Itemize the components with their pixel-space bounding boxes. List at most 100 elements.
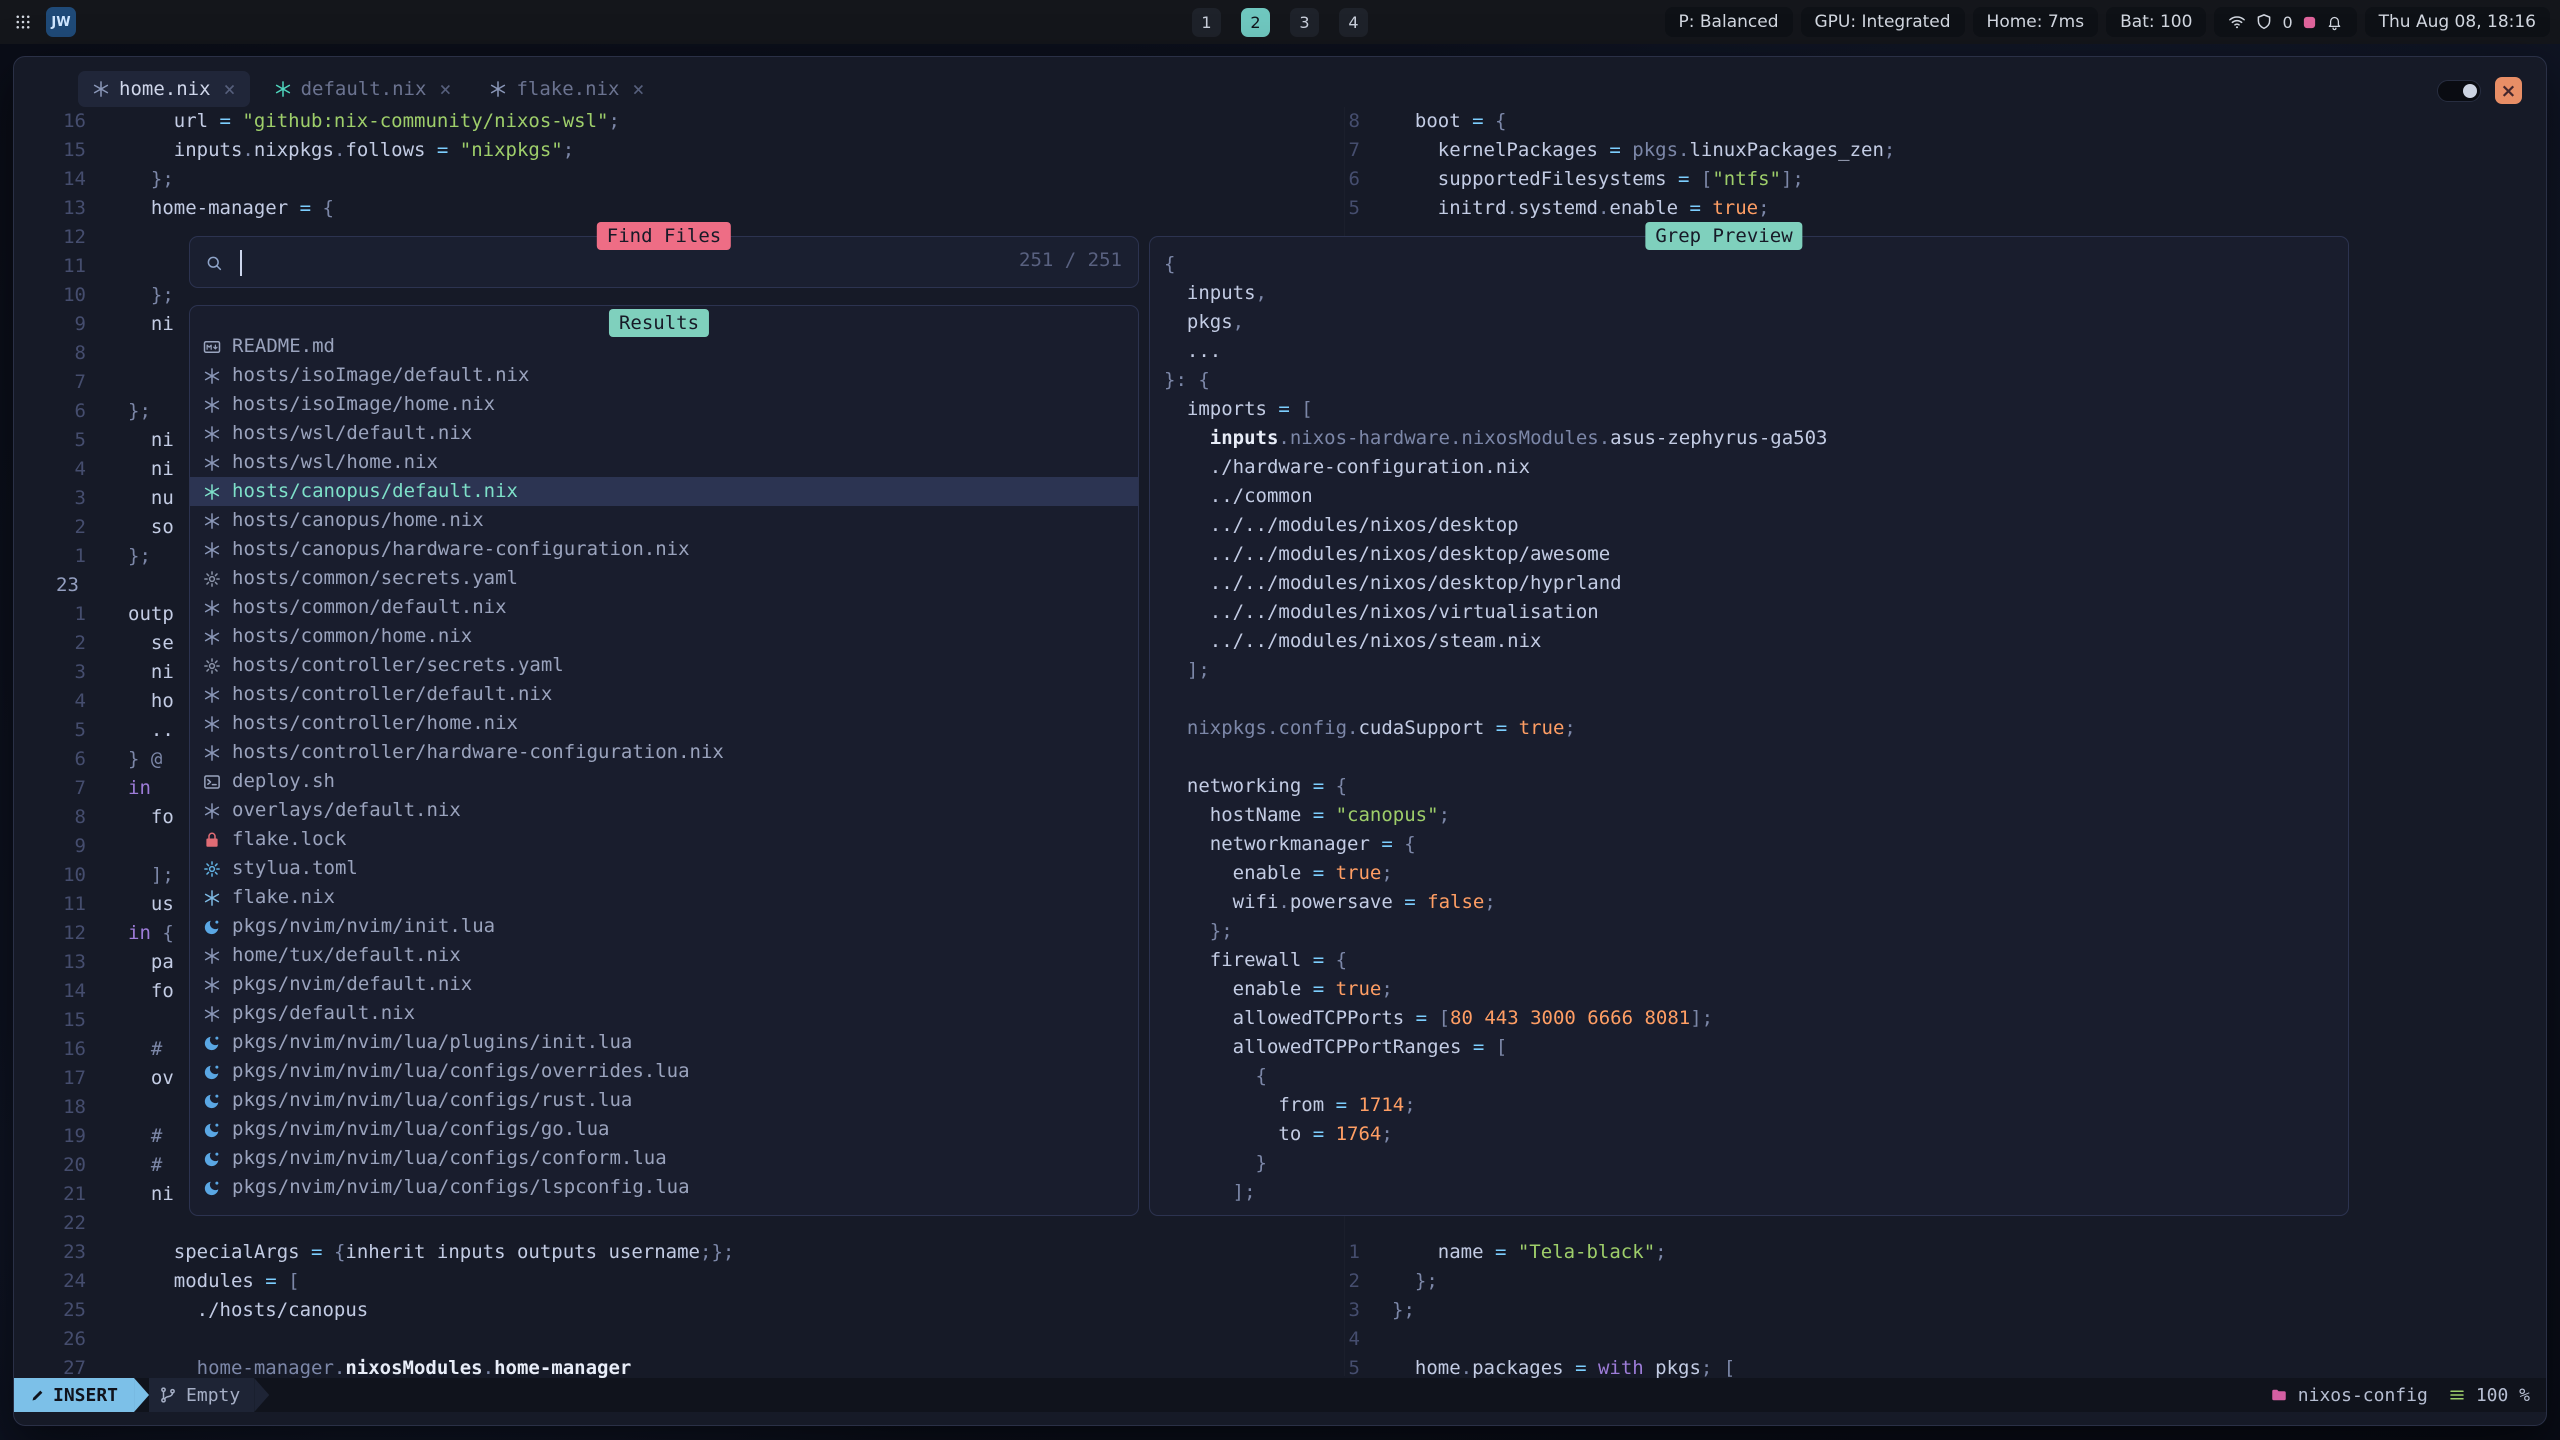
git-branch-icon [159, 1386, 177, 1404]
file-result[interactable]: hosts/canopus/home.nix [190, 506, 1138, 535]
workspace-2[interactable]: 2 [1241, 8, 1270, 37]
line-number: 7 [1306, 136, 1360, 165]
file-result[interactable]: hosts/controller/secrets.yaml [190, 651, 1138, 680]
code-line[interactable]: 3}; [14, 1296, 2546, 1325]
lua-icon [202, 1179, 222, 1197]
result-count: 251 / 251 [1019, 249, 1122, 271]
file-result[interactable]: pkgs/default.nix [190, 999, 1138, 1028]
line-number: 17 [34, 1064, 86, 1093]
preview-line: } [1164, 1149, 2342, 1178]
results-title: Results [609, 309, 709, 337]
preview-line: enable = true; [1164, 859, 2342, 888]
nix-icon [202, 715, 222, 733]
file-result[interactable]: hosts/isoImage/home.nix [190, 390, 1138, 419]
nix-icon [202, 802, 222, 820]
line-number: 2 [34, 629, 86, 658]
code-text: ho [128, 687, 174, 716]
workspace-1[interactable]: 1 [1192, 8, 1221, 37]
code-line[interactable]: 1 name = "Tela-black"; [14, 1238, 2546, 1267]
module-label: Bat: 100 [2120, 12, 2192, 32]
file-result[interactable]: pkgs/nvim/default.nix [190, 970, 1138, 999]
bell-icon[interactable] [2326, 14, 2343, 31]
file-result[interactable]: flake.nix [190, 883, 1138, 912]
file-name: flake.lock [232, 825, 346, 854]
preview-line: hostName = "canopus"; [1164, 801, 2342, 830]
file-result[interactable]: hosts/canopus/hardware-configuration.nix [190, 535, 1138, 564]
file-result[interactable]: pkgs/nvim/nvim/lua/configs/lspconfig.lua [190, 1173, 1138, 1202]
file-result[interactable]: hosts/wsl/default.nix [190, 419, 1138, 448]
code-text: us [128, 890, 174, 919]
code-line[interactable]: 4 [14, 1325, 2546, 1354]
line-number: 15 [34, 1006, 86, 1035]
file-result[interactable]: hosts/common/home.nix [190, 622, 1138, 651]
file-result[interactable]: hosts/canopus/default.nix [190, 477, 1138, 506]
module-ping[interactable]: Home: 7ms [1973, 7, 2099, 37]
line-number: 9 [34, 310, 86, 339]
file-name: hosts/common/default.nix [232, 593, 507, 622]
code-line[interactable]: 2 }; [14, 1267, 2546, 1296]
file-result[interactable]: stylua.toml [190, 854, 1138, 883]
preview-line: ../../modules/nixos/desktop/hyprland [1164, 569, 2342, 598]
topbar-right: P: Balanced GPU: Integrated Home: 7ms Bat: … [1665, 7, 2550, 37]
app-logo[interactable]: JW [46, 7, 76, 37]
line-number: 18 [34, 1093, 86, 1122]
line-number: 9 [34, 832, 86, 861]
record-icon[interactable] [2302, 15, 2317, 30]
file-result[interactable]: deploy.sh [190, 767, 1138, 796]
nix-icon [202, 686, 222, 704]
code-text: so [128, 513, 174, 542]
file-result[interactable]: pkgs/nvim/nvim/lua/configs/go.lua [190, 1115, 1138, 1144]
file-result[interactable]: pkgs/nvim/nvim/init.lua [190, 912, 1138, 941]
file-name: pkgs/nvim/default.nix [232, 970, 472, 999]
code-text: } @ [128, 745, 162, 774]
code-text: boot = { [1392, 107, 1506, 136]
code-text: }; [128, 281, 174, 310]
clock-module[interactable]: Thu Aug 08, 18:16 [2365, 7, 2550, 37]
wifi-icon[interactable] [2228, 13, 2246, 31]
file-result[interactable]: overlays/default.nix [190, 796, 1138, 825]
file-result[interactable]: pkgs/nvim/nvim/lua/plugins/init.lua [190, 1028, 1138, 1057]
line-number: 5 [1306, 194, 1360, 223]
module-power-profile[interactable]: P: Balanced [1665, 7, 1793, 37]
apps-grid-icon[interactable] [14, 13, 32, 31]
file-name: pkgs/nvim/nvim/init.lua [232, 912, 495, 941]
file-name: pkgs/nvim/nvim/lua/configs/lspconfig.lua [232, 1173, 690, 1202]
code-line[interactable]: 6 supportedFilesystems = ["ntfs"]; [14, 165, 2546, 194]
preview-line: }: { [1164, 366, 2342, 395]
module-label: GPU: Integrated [1815, 12, 1951, 32]
file-name: deploy.sh [232, 767, 335, 796]
file-result[interactable]: hosts/common/secrets.yaml [190, 564, 1138, 593]
code-text: }; [128, 542, 151, 571]
workspace-3[interactable]: 3 [1290, 8, 1319, 37]
shield-icon[interactable] [2255, 13, 2273, 31]
file-result[interactable]: flake.lock [190, 825, 1138, 854]
file-result[interactable]: pkgs/nvim/nvim/lua/configs/conform.lua [190, 1144, 1138, 1173]
code-text: ]; [128, 861, 174, 890]
file-result[interactable]: pkgs/nvim/nvim/lua/configs/rust.lua [190, 1086, 1138, 1115]
code-line[interactable]: 8 boot = { [14, 107, 2546, 136]
file-result[interactable]: hosts/controller/hardware-configuration.… [190, 738, 1138, 767]
line-number: 7 [34, 774, 86, 803]
preview-line: ... [1164, 337, 2342, 366]
file-name: flake.nix [232, 883, 335, 912]
file-result[interactable]: hosts/controller/home.nix [190, 709, 1138, 738]
file-result[interactable]: pkgs/nvim/nvim/lua/configs/overrides.lua [190, 1057, 1138, 1086]
workspace-4[interactable]: 4 [1339, 8, 1368, 37]
search-icon [205, 254, 223, 272]
module-battery[interactable]: Bat: 100 [2106, 7, 2206, 37]
preview-line: { [1164, 250, 2342, 279]
file-result[interactable]: hosts/wsl/home.nix [190, 448, 1138, 477]
preview-line: inputs.nixos-hardware.nixosModules.asus-… [1164, 424, 2342, 453]
file-result[interactable]: home/tux/default.nix [190, 941, 1138, 970]
nix-icon [202, 425, 222, 443]
module-gpu[interactable]: GPU: Integrated [1801, 7, 1965, 37]
file-result[interactable]: hosts/isoImage/default.nix [190, 361, 1138, 390]
file-result[interactable]: hosts/controller/default.nix [190, 680, 1138, 709]
project-name: nixos-config [2298, 1385, 2428, 1406]
file-result[interactable]: hosts/common/default.nix [190, 593, 1138, 622]
line-number: 4 [1306, 1325, 1360, 1354]
code-line[interactable]: 7 kernelPackages = pkgs.linuxPackages_ze… [14, 136, 2546, 165]
code-line[interactable]: 5 initrd.systemd.enable = true; [14, 194, 2546, 223]
git-branch[interactable]: Empty [149, 1378, 254, 1412]
nix-icon [202, 367, 222, 385]
